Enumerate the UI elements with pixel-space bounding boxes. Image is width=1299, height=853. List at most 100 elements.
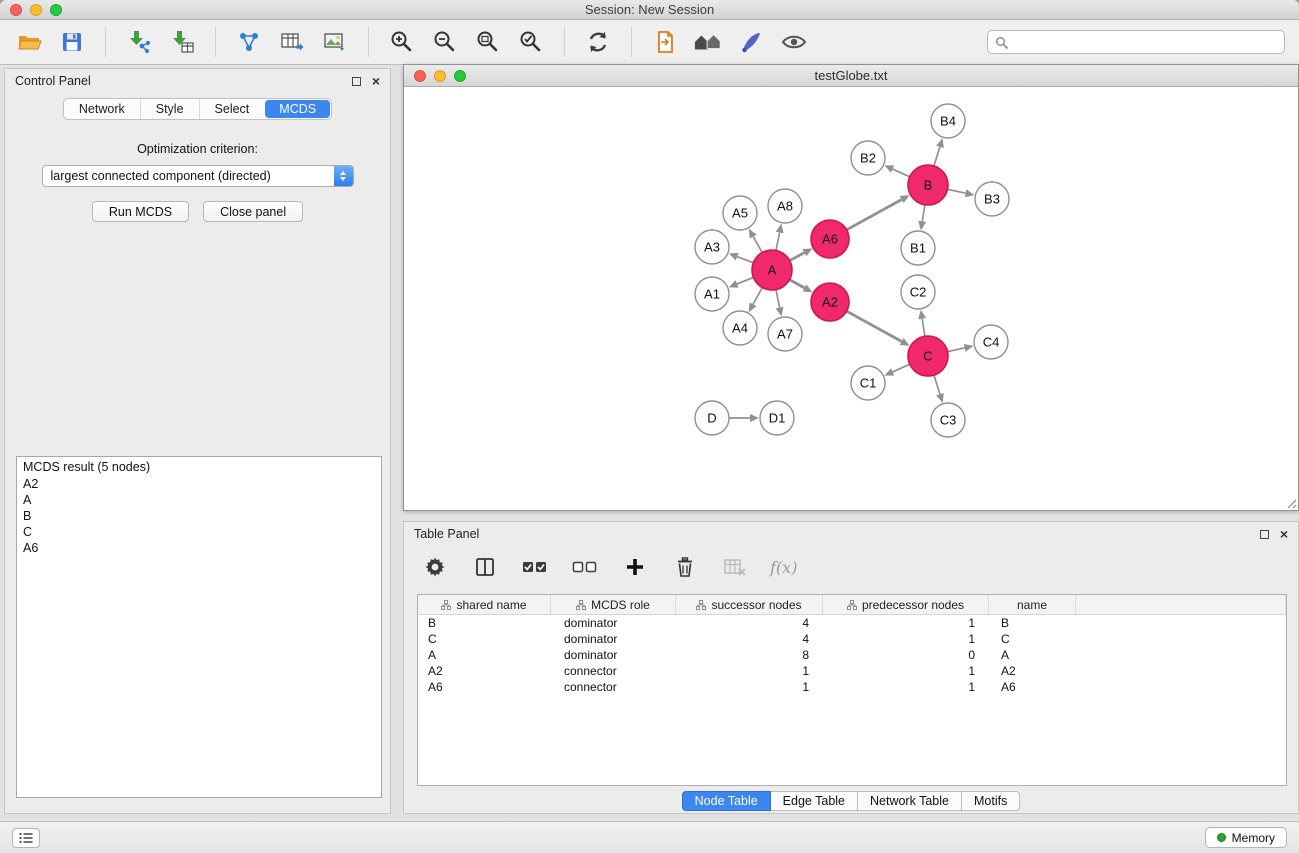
graph-edge[interactable] <box>922 319 925 337</box>
memory-button[interactable]: Memory <box>1205 827 1287 848</box>
float-table-panel-icon[interactable] <box>1260 530 1269 539</box>
new-network-button[interactable] <box>234 26 264 58</box>
table-row[interactable]: Cdominator41C <box>418 631 1286 647</box>
add-column-button[interactable] <box>620 551 650 583</box>
graph-edge[interactable] <box>922 205 925 222</box>
table-cell: B <box>418 615 551 631</box>
tab-mcds[interactable]: MCDS <box>265 100 330 118</box>
close-panel-icon[interactable]: × <box>372 76 380 86</box>
graph-edge[interactable] <box>737 277 753 284</box>
table-settings-button[interactable] <box>420 551 450 583</box>
graph-edge[interactable] <box>776 232 780 250</box>
graph-edge-arrow <box>729 253 739 260</box>
graph-edge[interactable] <box>934 375 940 394</box>
close-window-button[interactable] <box>10 4 22 16</box>
zoom-selected-button[interactable] <box>516 26 546 58</box>
delete-column-button[interactable] <box>670 551 700 583</box>
network-canvas[interactable]: B4B2BB3A5A8A6B1A3AC2A1A2A4A7C4CC1C3DD1 <box>404 87 1298 510</box>
import-network-button[interactable] <box>124 26 154 58</box>
graph-node-label: A3 <box>704 240 720 255</box>
graph-edge[interactable] <box>893 364 910 372</box>
zoom-window-button[interactable] <box>50 4 62 16</box>
graph-node-label: A1 <box>704 287 720 302</box>
table-cell: 1 <box>823 663 989 679</box>
graph-edge[interactable] <box>753 288 762 305</box>
graph-edge[interactable] <box>753 237 762 253</box>
home-tool-button[interactable] <box>693 26 723 58</box>
document-tool-button[interactable] <box>650 26 680 58</box>
table-cell: 4 <box>676 631 823 647</box>
graph-edge[interactable] <box>948 348 965 352</box>
zoom-in-button[interactable] <box>387 26 417 58</box>
table-row[interactable]: A2connector11A2 <box>418 663 1286 679</box>
plus-icon <box>624 556 646 578</box>
close-panel-button[interactable]: Close panel <box>203 201 303 222</box>
search-field[interactable] <box>987 30 1285 54</box>
mcds-result-item[interactable]: A2 <box>17 476 381 492</box>
column-header-successor-nodes[interactable]: successor nodes <box>676 595 823 614</box>
graph-edge[interactable] <box>948 189 966 193</box>
run-mcds-button[interactable]: Run MCDS <box>92 201 189 222</box>
table-cell: 4 <box>676 615 823 631</box>
float-panel-icon[interactable] <box>352 77 361 86</box>
deselect-all-icon <box>572 556 598 578</box>
show-hide-button[interactable] <box>779 26 809 58</box>
apply-layout-button[interactable] <box>583 26 613 58</box>
save-session-button[interactable] <box>57 26 87 58</box>
graph-edge[interactable] <box>847 199 902 229</box>
graph-edge-arrow <box>750 414 759 422</box>
function-builder-button[interactable]: f(x) <box>770 558 797 577</box>
graph-edge[interactable] <box>790 253 805 261</box>
zoom-fit-button[interactable] <box>473 26 503 58</box>
import-table-button[interactable] <box>167 26 197 58</box>
graph-edge[interactable] <box>737 257 753 263</box>
resize-grip[interactable] <box>1284 496 1297 509</box>
optimization-criterion-dropdown[interactable]: largest connected component (directed) <box>42 165 354 187</box>
task-history-button[interactable] <box>12 828 40 848</box>
show-columns-button[interactable] <box>470 551 500 583</box>
table-row[interactable]: Adominator80A <box>418 647 1286 663</box>
minimize-window-button[interactable] <box>30 4 42 16</box>
select-all-button[interactable] <box>520 551 550 583</box>
mcds-result-item[interactable]: C <box>17 524 381 540</box>
search-input[interactable] <box>1013 32 1284 52</box>
open-session-button[interactable] <box>14 26 44 58</box>
style-brush-button[interactable] <box>736 26 766 58</box>
graph-node-label: A6 <box>822 232 838 247</box>
graph-node-label: C4 <box>983 335 1000 350</box>
tab-network[interactable]: Network <box>64 99 140 119</box>
close-network-button[interactable] <box>414 70 426 82</box>
tab-edge-table[interactable]: Edge Table <box>771 791 858 811</box>
deselect-all-button[interactable] <box>570 551 600 583</box>
tab-style[interactable]: Style <box>140 99 199 119</box>
tab-node-table[interactable]: Node Table <box>682 791 771 811</box>
column-header-mcds-role[interactable]: MCDS role <box>551 595 676 614</box>
minimize-network-button[interactable] <box>434 70 446 82</box>
graph-edge[interactable] <box>934 147 940 166</box>
column-header-predecessor-nodes[interactable]: predecessor nodes <box>823 595 989 614</box>
tab-motifs[interactable]: Motifs <box>962 791 1020 811</box>
mcds-result-item[interactable]: A <box>17 492 381 508</box>
export-image-button[interactable] <box>320 26 350 58</box>
new-table-button[interactable] <box>277 26 307 58</box>
zoom-network-button[interactable] <box>454 70 466 82</box>
mcds-result-item[interactable]: B <box>17 508 381 524</box>
tab-select[interactable]: Select <box>199 99 265 119</box>
graph-edge[interactable] <box>893 169 910 177</box>
graph-edge[interactable] <box>776 290 780 308</box>
mcds-result-item[interactable]: A6 <box>17 540 381 556</box>
control-panel-header: Control Panel × <box>5 69 390 93</box>
column-header-name[interactable]: name <box>989 595 1076 614</box>
zoom-out-button[interactable] <box>430 26 460 58</box>
table-row[interactable]: A6connector11A6 <box>418 679 1286 695</box>
tab-network-table[interactable]: Network Table <box>858 791 962 811</box>
table-row[interactable]: Bdominator41B <box>418 615 1286 631</box>
delete-table-button[interactable] <box>720 551 750 583</box>
graph-edge[interactable] <box>847 311 902 341</box>
network-window-titlebar[interactable]: testGlobe.txt <box>404 65 1298 87</box>
graph-edge[interactable] <box>790 280 805 288</box>
column-header-shared-name[interactable]: shared name <box>418 595 551 614</box>
graph-node-label: C <box>923 349 932 364</box>
graph-edge-arrow <box>964 344 974 352</box>
close-table-panel-icon[interactable]: × <box>1280 529 1288 539</box>
